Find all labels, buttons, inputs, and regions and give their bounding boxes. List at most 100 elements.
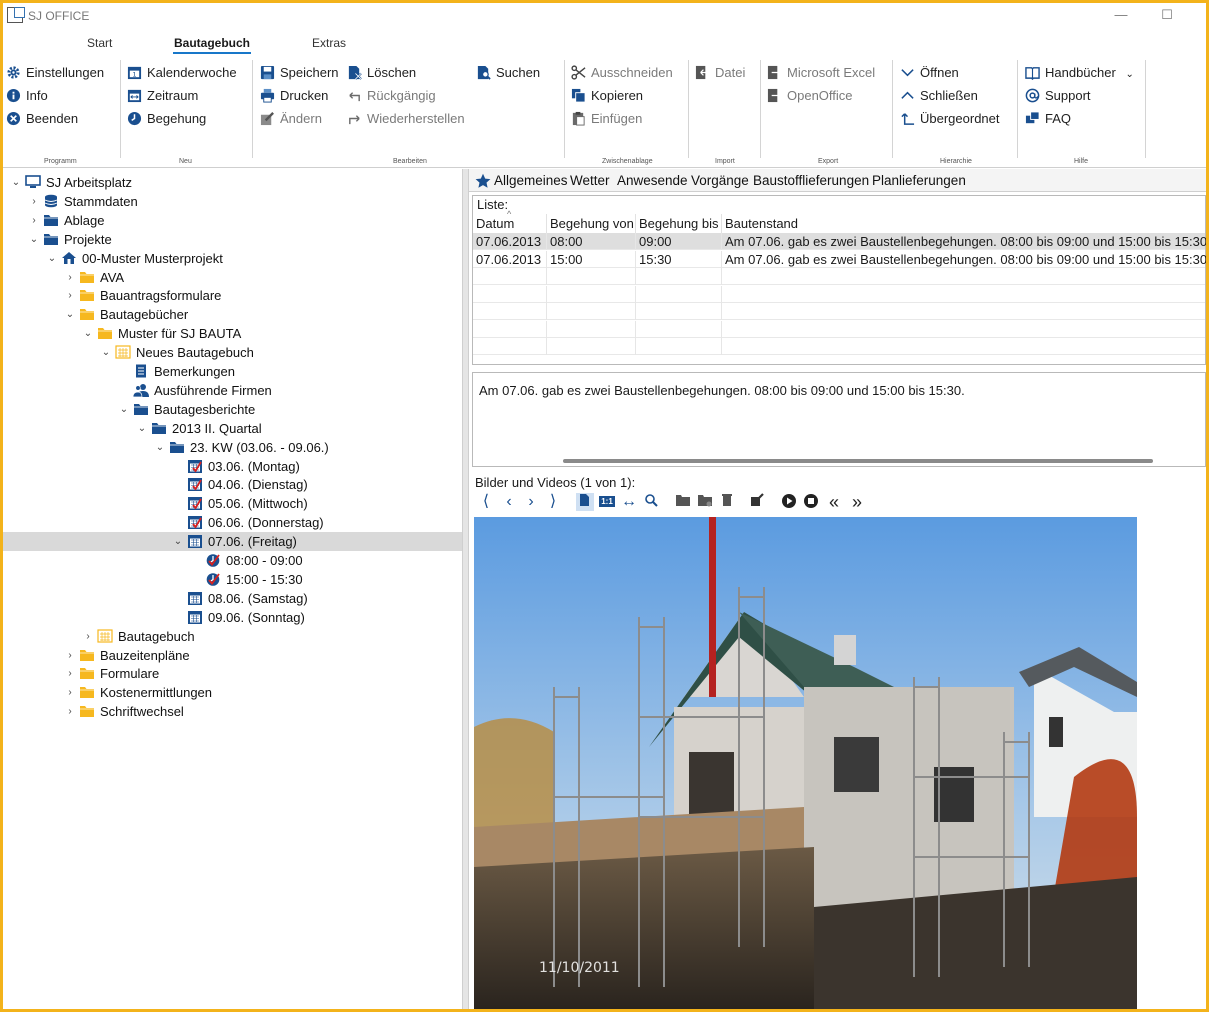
tree-node[interactable]: Bemerkungen [3, 362, 462, 381]
column-header-begehung-bis[interactable]: Begehung bis [636, 214, 722, 233]
tree-node[interactable]: Ausführende Firmen [3, 381, 462, 400]
table-row[interactable]: 07.06.2013 15:00 15:30 Am 07.06. gab es zwe… [473, 250, 1206, 268]
tree-node[interactable]: › Stammdaten [3, 192, 462, 211]
tree-node[interactable]: ⌄ Bautagesberichte [3, 400, 462, 419]
maximize-button[interactable]: ☐ [1157, 7, 1177, 25]
tree-node[interactable]: › Bauantragsformulare [3, 286, 462, 305]
folder-open-icon[interactable] [696, 493, 714, 511]
trash-icon[interactable] [718, 493, 736, 511]
chevron-right-icon[interactable]: › [29, 211, 39, 230]
chevron-down-icon[interactable]: ⌄ [119, 400, 129, 419]
chevron-down-icon[interactable]: ⌄ [29, 230, 39, 249]
info-button[interactable]: Info [6, 86, 48, 106]
tree-node[interactable]: 05.06. (Mittwoch) [3, 494, 462, 513]
import-datei-button[interactable]: Datei [695, 63, 745, 83]
tree-node[interactable]: 08.06. (Samstag) [3, 589, 462, 608]
handbuecher-button[interactable]: Handbücher ⌄ [1025, 63, 1134, 83]
chevron-down-icon[interactable]: ⌄ [155, 438, 165, 457]
tree-node[interactable]: ⌄ 00-Muster Musterprojekt [3, 249, 462, 268]
next-image-icon[interactable]: › [522, 493, 540, 511]
chevron-right-icon[interactable]: › [65, 268, 75, 287]
chevron-down-icon[interactable]: ⌄ [137, 419, 147, 438]
tab-planlieferungen[interactable]: Planlieferungen [872, 173, 966, 188]
zoom-icon[interactable] [642, 493, 660, 511]
edit-image-icon[interactable] [748, 493, 766, 511]
tree-node[interactable]: ⌄ Bautagebücher [3, 305, 462, 324]
rueckgaengig-button[interactable]: Rückgängig [347, 86, 436, 106]
tree-node[interactable]: › Bauzeitenpläne [3, 646, 462, 665]
column-header-bautenstand[interactable]: Bautenstand [722, 214, 1202, 233]
tree-node[interactable]: ⌄ Neues Bautagebuch [3, 343, 462, 362]
rewind-icon[interactable]: « [825, 493, 843, 511]
tree-node[interactable]: ⌄ 2013 II. Quartal [3, 419, 462, 438]
tree-node[interactable]: › Formulare [3, 664, 462, 683]
chevron-down-icon[interactable]: ⌄ [11, 173, 21, 192]
last-image-icon[interactable]: ⟩ [544, 493, 562, 511]
tree-node[interactable]: › AVA [3, 268, 462, 287]
first-image-icon[interactable]: ⟨ [477, 493, 495, 511]
table-row[interactable]: 07.06.2013 08:00 09:00 Am 07.06. gab es zwe… [473, 233, 1206, 250]
play-icon[interactable] [780, 493, 798, 511]
chevron-right-icon[interactable]: › [83, 627, 93, 646]
tab-baustofflieferungen[interactable]: Baustofflieferungen [753, 173, 869, 188]
actual-size-icon[interactable]: 1:1 [598, 493, 616, 511]
einfuegen-button[interactable]: Einfügen [571, 109, 642, 129]
chevron-down-icon[interactable]: ⌄ [1125, 69, 1133, 80]
fast-forward-icon[interactable]: » [848, 493, 866, 511]
tree-node[interactable]: › Bautagebuch [3, 627, 462, 646]
previous-image-icon[interactable]: ‹ [500, 493, 518, 511]
chevron-right-icon[interactable]: › [65, 702, 75, 721]
fit-width-icon[interactable]: ↔ [620, 493, 638, 511]
chevron-right-icon[interactable]: › [65, 683, 75, 702]
chevron-right-icon[interactable]: › [65, 646, 75, 665]
tree-node[interactable]: ⌄ Projekte [3, 230, 462, 249]
chevron-down-icon[interactable]: ⌄ [47, 249, 57, 268]
chevron-down-icon[interactable]: ⌄ [83, 324, 93, 343]
suchen-button[interactable]: Suchen [476, 63, 540, 83]
kalenderwoche-button[interactable]: 1 Kalenderwoche [127, 63, 237, 83]
chevron-right-icon[interactable]: › [65, 664, 75, 683]
zeitraum-button[interactable]: Zeitraum [127, 86, 198, 106]
tree-node[interactable]: 03.06. (Montag) [3, 457, 462, 476]
aendern-button[interactable]: Ändern [260, 109, 322, 129]
tree-node[interactable]: ⌄ Muster für SJ BAUTA [3, 324, 462, 343]
export-openoffice-button[interactable]: OpenOffice [767, 86, 853, 106]
chevron-right-icon[interactable]: › [65, 286, 75, 305]
uebergeordnet-button[interactable]: Übergeordnet [900, 109, 1000, 129]
tree-node[interactable]: › Schriftwechsel [3, 702, 462, 721]
tree-node[interactable]: › Ablage [3, 211, 462, 230]
tab-extras[interactable]: Extras [312, 36, 346, 50]
minimize-button[interactable]: — [1111, 7, 1131, 25]
tab-start[interactable]: Start [87, 36, 112, 50]
drucken-button[interactable]: Drucken [260, 86, 328, 106]
stop-icon[interactable] [802, 493, 820, 511]
loeschen-button[interactable]: Löschen [347, 63, 416, 83]
chevron-right-icon[interactable]: › [29, 192, 39, 211]
tree-node[interactable]: › Kostenermittlungen [3, 683, 462, 702]
pane-splitter[interactable] [462, 169, 469, 1009]
einstellungen-button[interactable]: Einstellungen [6, 63, 104, 83]
export-excel-button[interactable]: Microsoft Excel [767, 63, 875, 83]
bautenstand-textbox[interactable]: Am 07.06. gab es zwei Baustellenbegehung… [472, 372, 1206, 467]
schliessen-button[interactable]: Schließen [900, 86, 978, 106]
tab-wetter[interactable]: Wetter [570, 173, 610, 188]
tree-node[interactable]: ⌄ 23. KW (03.06. - 09.06.) [3, 438, 462, 457]
wiederherstellen-button[interactable]: Wiederherstellen [347, 109, 465, 129]
tree-node[interactable]: ⌄ SJ Arbeitsplatz [3, 173, 462, 192]
tab-anwesende[interactable]: Anwesende [617, 173, 688, 188]
chevron-down-icon[interactable]: ⌄ [65, 305, 75, 324]
tree-node[interactable]: ⌄ 07.06. (Freitag) [3, 532, 462, 552]
tree-node[interactable]: 09.06. (Sonntag) [3, 608, 462, 627]
support-button[interactable]: Support [1025, 86, 1091, 106]
tab-vorgaenge[interactable]: Vorgänge [691, 173, 749, 188]
fit-page-icon[interactable] [576, 493, 594, 511]
tree-node[interactable]: 04.06. (Dienstag) [3, 475, 462, 494]
kopieren-button[interactable]: Kopieren [571, 86, 643, 106]
chevron-down-icon[interactable]: ⌄ [101, 343, 111, 362]
column-header-begehung-von[interactable]: Begehung von [547, 214, 636, 233]
beenden-button[interactable]: Beenden [6, 109, 78, 129]
begehung-button[interactable]: Begehung [127, 109, 206, 129]
tree-node[interactable]: 15:00 - 15:30 [3, 570, 462, 589]
oeffnen-button[interactable]: Öffnen [900, 63, 959, 83]
ausschneiden-button[interactable]: Ausschneiden [571, 63, 673, 83]
